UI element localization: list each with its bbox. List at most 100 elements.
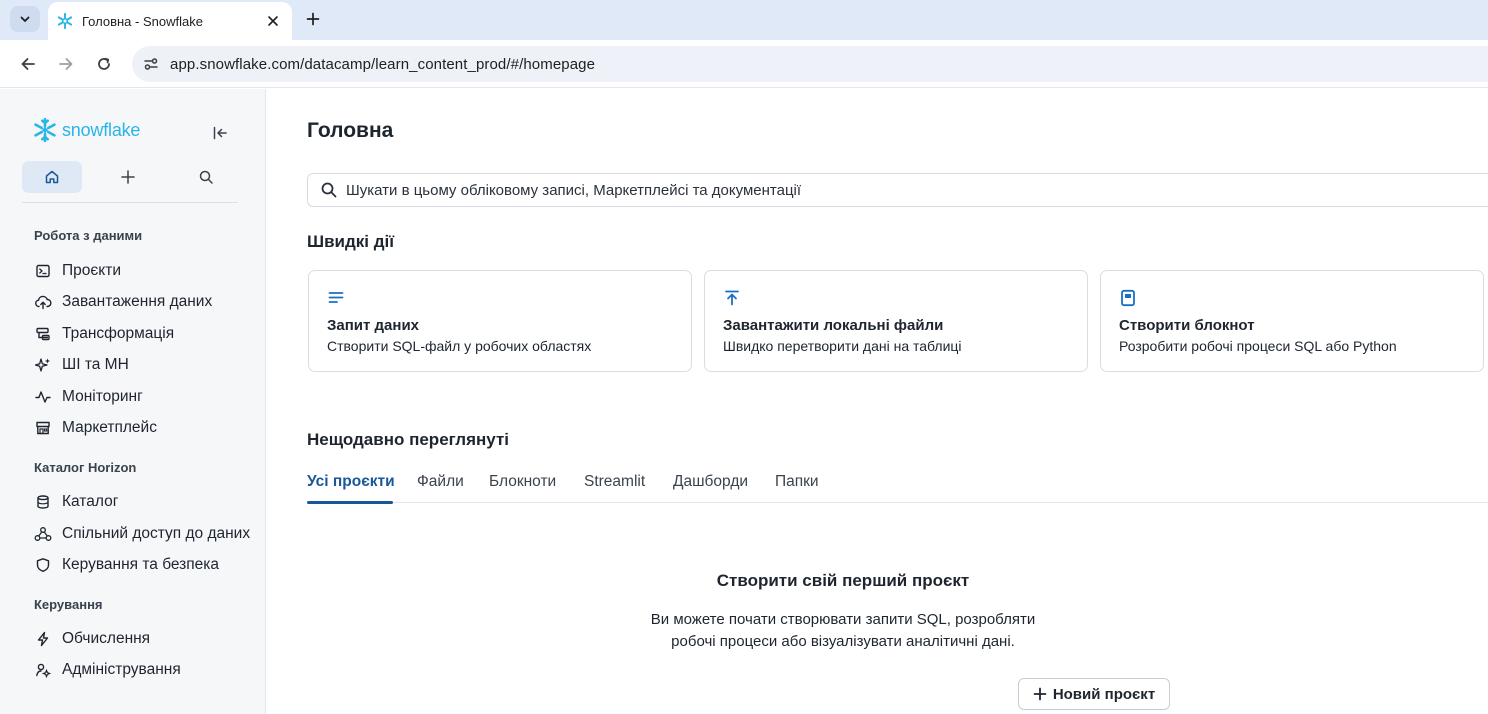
back-button[interactable] — [14, 50, 42, 78]
site-info-icon[interactable] — [140, 53, 162, 75]
sidebar-item-label: Проєкти — [62, 262, 122, 279]
tab-notebooks[interactable]: Блокноти — [489, 473, 556, 503]
sidebar-item-data-loading[interactable]: Завантаження даних — [34, 289, 212, 315]
sidebar-item-label: Керування та безпека — [62, 556, 220, 573]
content-tabs: Усі проєкти Файли Блокноти Streamlit Даш… — [307, 469, 1488, 504]
collapse-sidebar-button[interactable] — [208, 121, 232, 145]
sidebar-item-label: Каталог — [62, 493, 119, 510]
sidebar-item-label: Трансформація — [62, 325, 175, 342]
recently-viewed-title: Нещодавно переглянуті — [307, 430, 509, 449]
new-project-button[interactable]: Новий проєкт — [1018, 678, 1170, 710]
card-title: Створити блокнот — [1119, 317, 1255, 334]
create-button[interactable] — [98, 161, 158, 193]
sidebar-item-label: Адміністрування — [62, 661, 181, 678]
shield-icon — [34, 556, 52, 574]
empty-state-line-2: робочі процеси або візуалізувати аналіти… — [671, 633, 1015, 650]
sidebar-item-ai-ml[interactable]: ШІ та МН — [34, 352, 129, 378]
sidebar-item-label: Маркетплейс — [62, 419, 157, 436]
page-title: Головна — [307, 119, 394, 142]
snowflake-favicon-icon — [56, 12, 74, 30]
transform-icon — [34, 325, 52, 343]
card-title: Завантажити локальні файли — [723, 317, 944, 334]
card-description: Розробити робочі процеси SQL або Python — [1119, 338, 1397, 354]
sidebar-item-label: Моніторинг — [62, 388, 143, 405]
cloud-upload-icon — [34, 293, 52, 311]
sidebar-item-projects[interactable]: Проєкти — [34, 258, 121, 284]
sidebar-item-label: ШІ та МН — [62, 356, 129, 373]
reload-button[interactable] — [90, 50, 118, 78]
browser-toolbar: app.snowflake.com/datacamp/learn_content… — [0, 40, 1488, 88]
sidebar-item-catalog[interactable]: Каталог — [34, 489, 118, 515]
terminal-icon — [34, 262, 52, 280]
plus-icon — [1033, 687, 1047, 701]
sidebar-search-button[interactable] — [176, 161, 236, 193]
empty-state-description: Ви можете почати створювати запити SQL, … — [568, 609, 1118, 653]
section-title-management: Керування — [34, 597, 103, 612]
active-tab-indicator — [307, 501, 393, 504]
snowflake-logo[interactable]: snowflake — [32, 117, 140, 143]
reload-icon — [98, 57, 110, 70]
sidebar-item-label: Спільний доступ до даних — [62, 525, 251, 542]
sidebar-item-administration[interactable]: Адміністрування — [34, 657, 181, 683]
home-button[interactable] — [22, 161, 82, 193]
search-icon — [321, 182, 337, 198]
section-title-horizon-catalog: Каталог Horizon — [34, 460, 137, 475]
sidebar-divider — [22, 202, 238, 203]
quick-action-create-notebook[interactable]: Створити блокнот Розробити робочі процес… — [1100, 270, 1484, 372]
snowflake-logo-icon — [34, 117, 56, 143]
new-project-label: Новий проєкт — [1052, 685, 1156, 703]
sidebar-top-actions — [22, 161, 238, 195]
quick-actions-title: Швидкі дії — [307, 232, 395, 251]
plus-icon — [306, 12, 320, 26]
tab-search-button[interactable] — [10, 6, 40, 32]
search-icon — [199, 170, 213, 184]
arrow-left-icon — [21, 58, 35, 70]
collapse-left-icon — [213, 126, 227, 140]
sidebar-item-transformation[interactable]: Трансформація — [34, 321, 174, 347]
empty-state-title: Створити свій перший проєкт — [716, 571, 970, 590]
sidebar: snowflake Робота з даними Проєкти Завант… — [0, 89, 266, 714]
forward-button[interactable] — [52, 50, 80, 78]
bolt-icon — [34, 630, 52, 648]
tab-folders[interactable]: Папки — [775, 473, 819, 503]
sidebar-item-data-sharing[interactable]: Спільний доступ до даних — [34, 521, 250, 547]
main-search-input[interactable] — [346, 181, 1488, 199]
home-icon — [45, 170, 59, 184]
sidebar-item-governance-security[interactable]: Керування та безпека — [34, 552, 219, 578]
address-bar[interactable]: app.snowflake.com/datacamp/learn_content… — [132, 46, 1488, 82]
sidebar-item-compute[interactable]: Обчислення — [34, 626, 150, 652]
arrow-right-icon — [59, 58, 73, 70]
new-tab-button[interactable] — [300, 6, 326, 32]
browser-tab-title: Головна - Snowflake — [82, 13, 203, 29]
quick-action-upload-files[interactable]: Завантажити локальні файли Швидко перетв… — [704, 270, 1088, 372]
quick-action-query-data[interactable]: Запит даних Створити SQL-файл у робочих … — [308, 270, 692, 372]
tab-dashboards[interactable]: Дашборди — [673, 473, 748, 503]
main-content: Головна Швидкі дії Запит даних Створити … — [267, 89, 1488, 714]
upload-icon — [723, 289, 741, 307]
database-icon — [34, 493, 52, 511]
notebook-icon — [1119, 289, 1137, 307]
sidebar-item-label: Обчислення — [62, 630, 151, 647]
sidebar-item-marketplace[interactable]: Маркетплейс — [34, 415, 157, 441]
section-title-data-work: Робота з даними — [34, 228, 143, 243]
main-search-box[interactable] — [307, 173, 1488, 207]
card-description: Швидко перетворити дані на таблиці — [723, 338, 962, 354]
plus-icon — [121, 170, 135, 184]
list-icon — [327, 289, 345, 307]
sparkle-icon — [34, 356, 52, 374]
sidebar-item-monitoring[interactable]: Моніторинг — [34, 384, 143, 410]
store-icon — [34, 419, 52, 437]
share-icon — [34, 525, 52, 543]
activity-icon — [34, 388, 52, 406]
tab-files[interactable]: Файли — [417, 473, 464, 503]
tab-streamlit[interactable]: Streamlit — [584, 473, 645, 503]
browser-tabstrip: Головна - Snowflake — [0, 0, 1488, 40]
sidebar-item-label: Завантаження даних — [62, 293, 213, 310]
tab-all-projects[interactable]: Усі проєкти — [307, 473, 395, 503]
admin-icon — [34, 661, 52, 679]
chevron-down-icon — [20, 16, 30, 22]
url-text[interactable]: app.snowflake.com/datacamp/learn_content… — [170, 56, 595, 73]
logo-text: snowflake — [62, 119, 141, 140]
close-icon[interactable] — [264, 12, 282, 30]
browser-tab-active[interactable]: Головна - Snowflake — [48, 2, 292, 40]
